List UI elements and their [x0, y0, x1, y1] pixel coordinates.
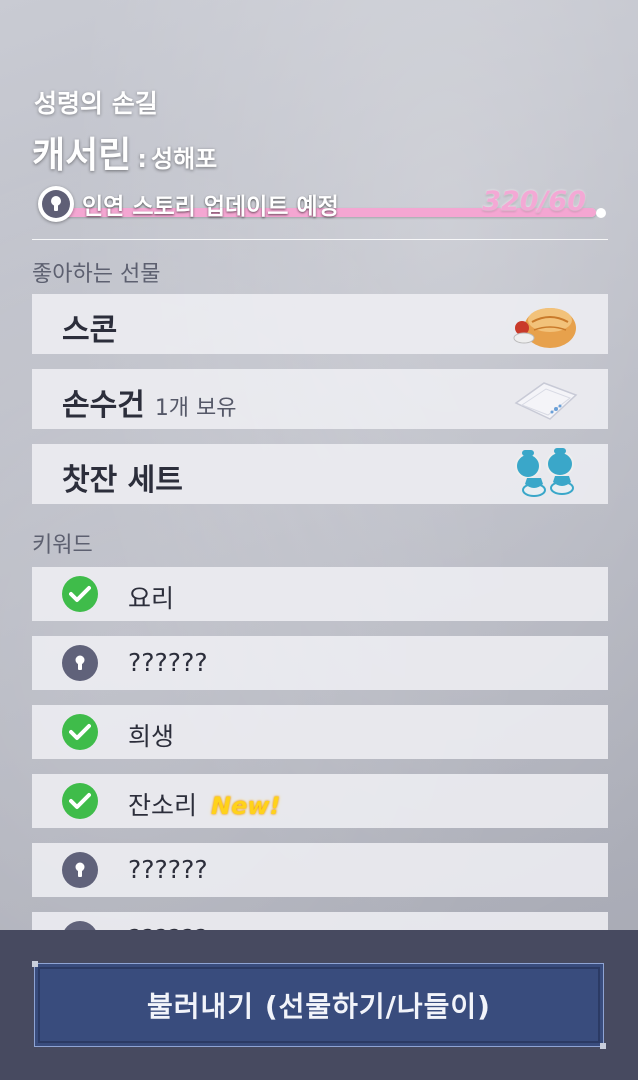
bond-progress: 인연 스토리 업데이트 예정 320/60 [34, 184, 608, 224]
new-badge: New! [211, 792, 281, 820]
keyword-label: ?????? [128, 855, 208, 884]
check-icon [62, 714, 98, 750]
bond-bar-end-dot [596, 208, 606, 218]
lock-icon [62, 645, 98, 681]
gift-item-scone[interactable]: 스콘 [32, 294, 608, 354]
keyword-label: 희생 [128, 722, 175, 751]
scone-icon [513, 308, 576, 348]
summon-button-label: 불러내기 (선물하기/나들이) [147, 990, 491, 1023]
character-subtitle: 성령의 손길 [34, 89, 158, 118]
favorite-gifts-title: 좋아하는 선물 [32, 262, 161, 287]
check-icon [62, 576, 98, 612]
check-icon [62, 783, 98, 819]
character-name: 캐서린 [32, 135, 132, 176]
gift-label: 찻잔 세트 [62, 463, 183, 498]
keyword-label: 잔소리 [128, 791, 198, 820]
teacup-set-icon [515, 448, 574, 497]
character-name-row: 캐서린: 성해포 [32, 126, 217, 178]
gift-item-teacup-set[interactable]: 찻잔 세트 [32, 444, 608, 504]
handkerchief-icon [514, 382, 578, 420]
button-corner-decoration [32, 961, 38, 967]
keywords-title: 키워드 [32, 533, 93, 558]
lock-icon [38, 186, 74, 222]
keyword-label: 요리 [128, 584, 175, 613]
button-corner-decoration [600, 1043, 606, 1049]
gift-owned-count: 1개 보유 [154, 396, 237, 421]
gift-item-handkerchief[interactable]: 손수건 1개 보유 [32, 369, 608, 429]
bond-status-text: 인연 스토리 업데이트 예정 [82, 194, 339, 220]
gift-label: 스콘 [62, 313, 118, 348]
keyword-label: ?????? [128, 648, 208, 677]
summon-button[interactable]: 불러내기 (선물하기/나들이) [34, 963, 604, 1047]
name-separator: : [137, 145, 147, 173]
keyword-item[interactable]: 잔소리 New! [32, 774, 608, 828]
keyword-item[interactable]: 요리 [32, 567, 608, 621]
character-title: 성해포 [150, 145, 218, 173]
keyword-item[interactable]: 희생 [32, 705, 608, 759]
divider [32, 239, 608, 240]
bond-count: 320/60 [482, 186, 586, 217]
lock-icon [62, 852, 98, 888]
gift-label: 손수건 [62, 388, 145, 423]
keyword-item-locked[interactable]: ?????? [32, 843, 608, 897]
keyword-item-locked[interactable]: ?????? [32, 636, 608, 690]
